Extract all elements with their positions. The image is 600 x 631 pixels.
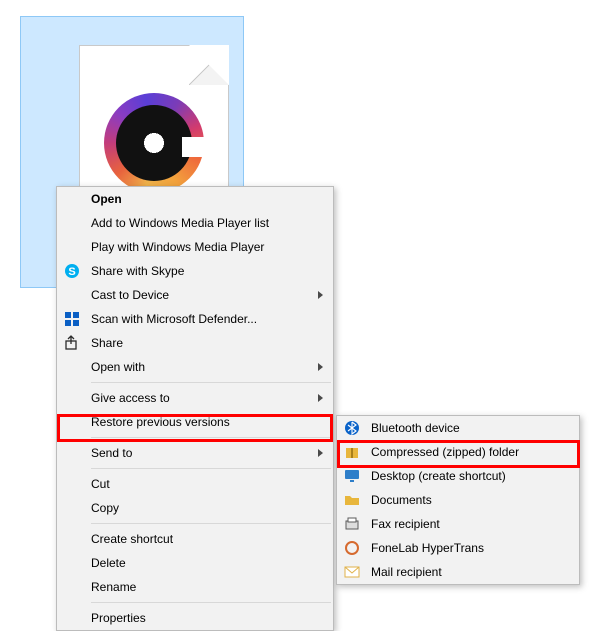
submenu-arrow-icon	[318, 394, 323, 402]
ctx-share[interactable]: Share	[57, 331, 333, 355]
share-icon	[64, 335, 80, 351]
ctx-give-access-to[interactable]: Give access to	[57, 386, 333, 410]
ctx-scan-with-microsoft-defender[interactable]: Scan with Microsoft Defender...	[57, 307, 333, 331]
menu-item-label: Mail recipient	[371, 565, 442, 579]
context-menu: Open Add to Windows Media Player list Play…	[56, 186, 334, 631]
menu-item-label: Bluetooth device	[371, 421, 460, 435]
menu-item-label: Properties	[91, 611, 146, 625]
bluetooth-icon	[344, 420, 360, 436]
menu-separator	[91, 523, 331, 524]
sendto-fonelab-hypertrans[interactable]: FoneLab HyperTrans	[337, 536, 579, 560]
desktop-icon	[344, 468, 360, 484]
menu-separator	[91, 468, 331, 469]
menu-item-label: Share	[91, 336, 123, 350]
menu-item-label: Add to Windows Media Player list	[91, 216, 269, 230]
menu-separator	[91, 437, 331, 438]
sendto-desktop-create-shortcut[interactable]: Desktop (create shortcut)	[337, 464, 579, 488]
menu-item-label: Play with Windows Media Player	[91, 240, 264, 254]
fax-icon	[344, 516, 360, 532]
submenu-arrow-icon	[318, 291, 323, 299]
ctx-cut[interactable]: Cut	[57, 472, 333, 496]
menu-item-label: Desktop (create shortcut)	[371, 469, 506, 483]
menu-item-label: Scan with Microsoft Defender...	[91, 312, 257, 326]
submenu-arrow-icon	[318, 363, 323, 371]
dogear-icon	[189, 45, 229, 85]
menu-item-label: Share with Skype	[91, 264, 184, 278]
menu-item-label: Open with	[91, 360, 145, 374]
submenu-arrow-icon	[318, 449, 323, 457]
menu-item-label: Restore previous versions	[91, 415, 230, 429]
menu-item-label: Documents	[371, 493, 432, 507]
menu-item-label: Copy	[91, 501, 119, 515]
menu-separator	[91, 382, 331, 383]
menu-item-label: Cut	[91, 477, 110, 491]
menu-item-label: Send to	[91, 446, 132, 460]
defender-icon	[64, 311, 80, 327]
ctx-play-with-windows-media-player[interactable]: Play with Windows Media Player	[57, 235, 333, 259]
sendto-mail-recipient[interactable]: Mail recipient	[337, 560, 579, 584]
ctx-properties[interactable]: Properties	[57, 606, 333, 630]
ctx-cast-to-device[interactable]: Cast to Device	[57, 283, 333, 307]
menu-item-label: Compressed (zipped) folder	[371, 445, 519, 459]
ctx-restore-previous-versions[interactable]: Restore previous versions	[57, 410, 333, 434]
menu-item-label: FoneLab HyperTrans	[371, 541, 484, 555]
menu-item-label: Cast to Device	[91, 288, 169, 302]
record-icon	[104, 93, 204, 193]
app-icon	[344, 540, 360, 556]
menu-item-label: Give access to	[91, 391, 170, 405]
sendto-bluetooth-device[interactable]: Bluetooth device	[337, 416, 579, 440]
ctx-delete[interactable]: Delete	[57, 551, 333, 575]
ctx-add-to-windows-media-player-list[interactable]: Add to Windows Media Player list	[57, 211, 333, 235]
menu-separator	[91, 602, 331, 603]
skype-icon: S	[64, 263, 80, 279]
ctx-open[interactable]: Open	[57, 187, 333, 211]
ctx-open-with[interactable]: Open with	[57, 355, 333, 379]
menu-item-label: Open	[91, 192, 122, 206]
ctx-rename[interactable]: Rename	[57, 575, 333, 599]
menu-item-label: Fax recipient	[371, 517, 440, 531]
menu-item-label: Delete	[91, 556, 126, 570]
sendto-fax-recipient[interactable]: Fax recipient	[337, 512, 579, 536]
sendto-documents[interactable]: Documents	[337, 488, 579, 512]
ctx-copy[interactable]: Copy	[57, 496, 333, 520]
folder-icon	[344, 492, 360, 508]
ctx-send-to[interactable]: Send to	[57, 441, 333, 465]
menu-item-label: Create shortcut	[91, 532, 173, 546]
ctx-share-with-skype[interactable]: S Share with Skype	[57, 259, 333, 283]
ctx-create-shortcut[interactable]: Create shortcut	[57, 527, 333, 551]
send-to-submenu: Bluetooth device Compressed (zipped) fold…	[336, 415, 580, 585]
svg-text:S: S	[68, 266, 75, 278]
mail-icon	[344, 564, 360, 580]
zip-icon	[344, 444, 360, 460]
menu-item-label: Rename	[91, 580, 136, 594]
sendto-compressed-zipped-folder[interactable]: Compressed (zipped) folder	[337, 440, 579, 464]
